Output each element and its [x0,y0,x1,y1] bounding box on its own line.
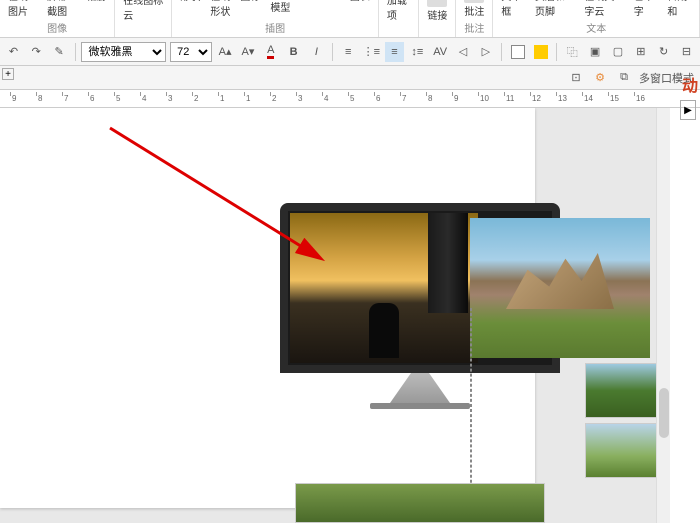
group-label-comment: 批注 [464,20,484,35]
group-label-illustration: 插图 [265,20,285,35]
redo-button[interactable]: ↷ [27,42,46,62]
wordart-button[interactable]: 艺术字 [630,0,662,18]
shape-fill-button[interactable] [508,42,527,62]
icons-button[interactable]: 图标 [236,0,264,18]
align-objects-button[interactable]: ⊟ [677,42,696,62]
increase-font-button[interactable]: A▴ [216,42,235,62]
formatting-toolbar: ↶ ↷ ✎ 微软雅黑 72 A▴ A▾ A B I ≡ ⋮≡ ≡ ↕≡ AV ◁… [0,38,700,66]
ribbon-group-comment: 批注 批注 [456,0,493,37]
smartart-button[interactable]: SmartArt [296,0,343,18]
online-icon-cloud-button[interactable]: 在线图标云 [119,0,167,22]
online-pictures-button[interactable]: 在线图片 [4,0,41,18]
bullets-button[interactable]: ⋮≡ [362,42,381,62]
font-family-select[interactable]: 微软雅黑 [81,42,166,62]
bold-button[interactable]: B [284,42,303,62]
line-spacing-button[interactable]: ↕≡ [408,42,427,62]
ribbon: 在线图片 屏幕截图 相册 图像 在线图标云 形状 在线形状 图标 3D 模型 S… [0,0,700,38]
format-painter-button[interactable]: ✎ [50,42,69,62]
italic-button[interactable]: I [307,42,326,62]
screenshot-button[interactable]: 屏幕截图 [43,0,80,18]
ribbon-group-iconcloud: 在线图标云 [115,0,172,37]
album-button[interactable]: 相册 [82,0,110,18]
addins-button[interactable]: 加载项 [383,0,415,22]
send-back-button[interactable]: ▢ [609,42,628,62]
zoom-fit-button[interactable]: ⊡ [567,69,585,87]
group-label-text: 文本 [586,20,606,35]
group-button[interactable]: ⊞ [631,42,650,62]
vertical-scrollbar[interactable] [656,108,670,523]
chart-button[interactable]: 图表 [346,0,374,18]
undo-button[interactable]: ↶ [4,42,23,62]
3d-model-button[interactable]: 3D 模型 [266,0,294,18]
header-footer-button[interactable]: 页眉和页脚 [531,0,578,18]
link-button[interactable]: 链接 [423,0,451,22]
textbox-button[interactable]: 文本框 [497,0,529,18]
group-label-image: 图像 [47,20,67,35]
scrollbar-thumb[interactable] [659,388,669,438]
date-button[interactable]: 日期和 [663,0,695,18]
ribbon-group-addins: 加载项 [379,0,420,37]
indent-decrease-button[interactable]: ◁ [454,42,473,62]
font-size-select[interactable]: 72 [170,42,212,62]
arrange-button[interactable]: ⿻ [563,42,582,62]
add-slide-button[interactable]: + [2,68,14,80]
window-icon[interactable]: ⧉ [615,69,633,87]
shapes-button[interactable]: 形状 [176,0,204,18]
thumbnail-image-3[interactable] [295,483,545,523]
settings-icon[interactable]: ⚙ [591,69,609,87]
text-direction-button[interactable]: AV [431,42,450,62]
rotate-button[interactable]: ↻ [654,42,673,62]
online-shapes-button[interactable]: 在线形状 [206,0,234,18]
ribbon-group-image: 在线图片 屏幕截图 相册 图像 [0,0,115,37]
crop-guide-vertical [470,308,472,508]
online-wordcloud-button[interactable]: 在线文字云 [580,0,627,18]
font-color-button[interactable]: A [261,42,280,62]
slide[interactable] [0,108,535,508]
comment-button[interactable]: 批注 [460,0,488,18]
bring-front-button[interactable]: ▣ [586,42,605,62]
mountain-image[interactable] [470,218,650,358]
horizontal-ruler: 98765432112345678910111213141516 [0,90,700,108]
city-street-image[interactable] [290,213,478,363]
ribbon-group-illustration: 形状 在线形状 图标 3D 模型 SmartArt 图表 插图 [172,0,378,37]
indent-increase-button[interactable]: ▷ [476,42,495,62]
ribbon-group-link: 链接 [419,0,456,37]
align-center-button[interactable]: ≡ [385,42,404,62]
decrease-font-button[interactable]: A▾ [239,42,258,62]
shape-outline-button[interactable] [531,42,550,62]
side-panel-toggle[interactable]: ▶ [680,100,696,120]
side-panel-title: 动 [682,72,698,96]
ribbon-group-text: 文本框 页眉和页脚 在线文字云 艺术字 日期和 文本 [493,0,700,37]
slide-canvas[interactable]: ︽ ▲ T ▭ [0,108,670,523]
view-options-bar: ⊡ ⚙ ⧉ 多窗口模式 [0,66,700,90]
align-button[interactable]: ≡ [339,42,358,62]
